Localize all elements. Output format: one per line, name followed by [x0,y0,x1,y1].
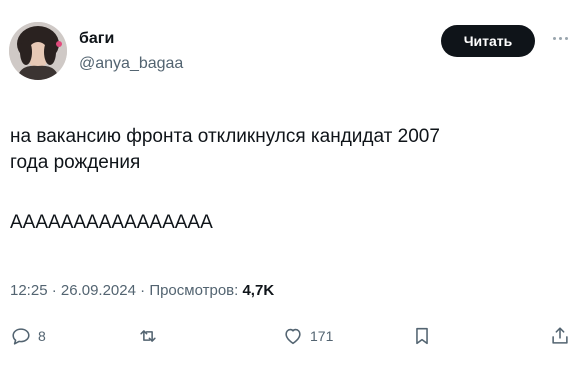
reply-icon [12,328,30,345]
bookmark-button[interactable] [411,320,433,352]
tweet-text-line: АААААААААААААААА [10,212,213,233]
more-dot [552,36,556,40]
share-button[interactable] [549,320,571,352]
like-count: 171 [310,328,334,344]
action-bar: 8 171 [0,320,582,352]
tweet-text-line: на вакансию фронта откликнулся кандидат … [10,126,440,147]
more-dot [558,36,562,40]
tweet-text: на вакансию фронта откликнулся кандидат … [10,124,570,236]
bookmark-icon [416,327,428,345]
tweet-card: баги @anya_bagaa Читать на вакансию фрон… [0,0,582,374]
views-count: 4,7K [242,282,275,299]
author-handle[interactable]: @anya_bagaa [79,55,183,73]
like-button[interactable]: 171 [282,320,333,352]
follow-button[interactable]: Читать [441,25,535,57]
heart-icon [285,328,301,345]
avatar[interactable] [9,22,67,80]
reply-count: 8 [38,328,46,344]
more-dot [564,36,568,40]
tweet-date[interactable]: 26.09.2024 [61,282,136,299]
avatar-image [9,22,67,80]
retweet-icon [140,330,156,342]
tweet-text-line: года рождения [10,152,141,173]
reply-button[interactable]: 8 [10,320,46,352]
meta-separator: · [135,282,150,299]
share-icon [552,327,568,344]
retweet-button[interactable] [137,320,165,352]
tweet-time[interactable]: 12:25 [10,282,48,299]
tweet-meta: 12:25 · 26.09.2024 · Просмотров: 4,7K [10,282,274,299]
views-label: Просмотров: [149,282,239,299]
meta-separator: · [47,282,61,299]
more-icon[interactable] [548,28,572,48]
author-name[interactable]: баги [79,30,114,48]
